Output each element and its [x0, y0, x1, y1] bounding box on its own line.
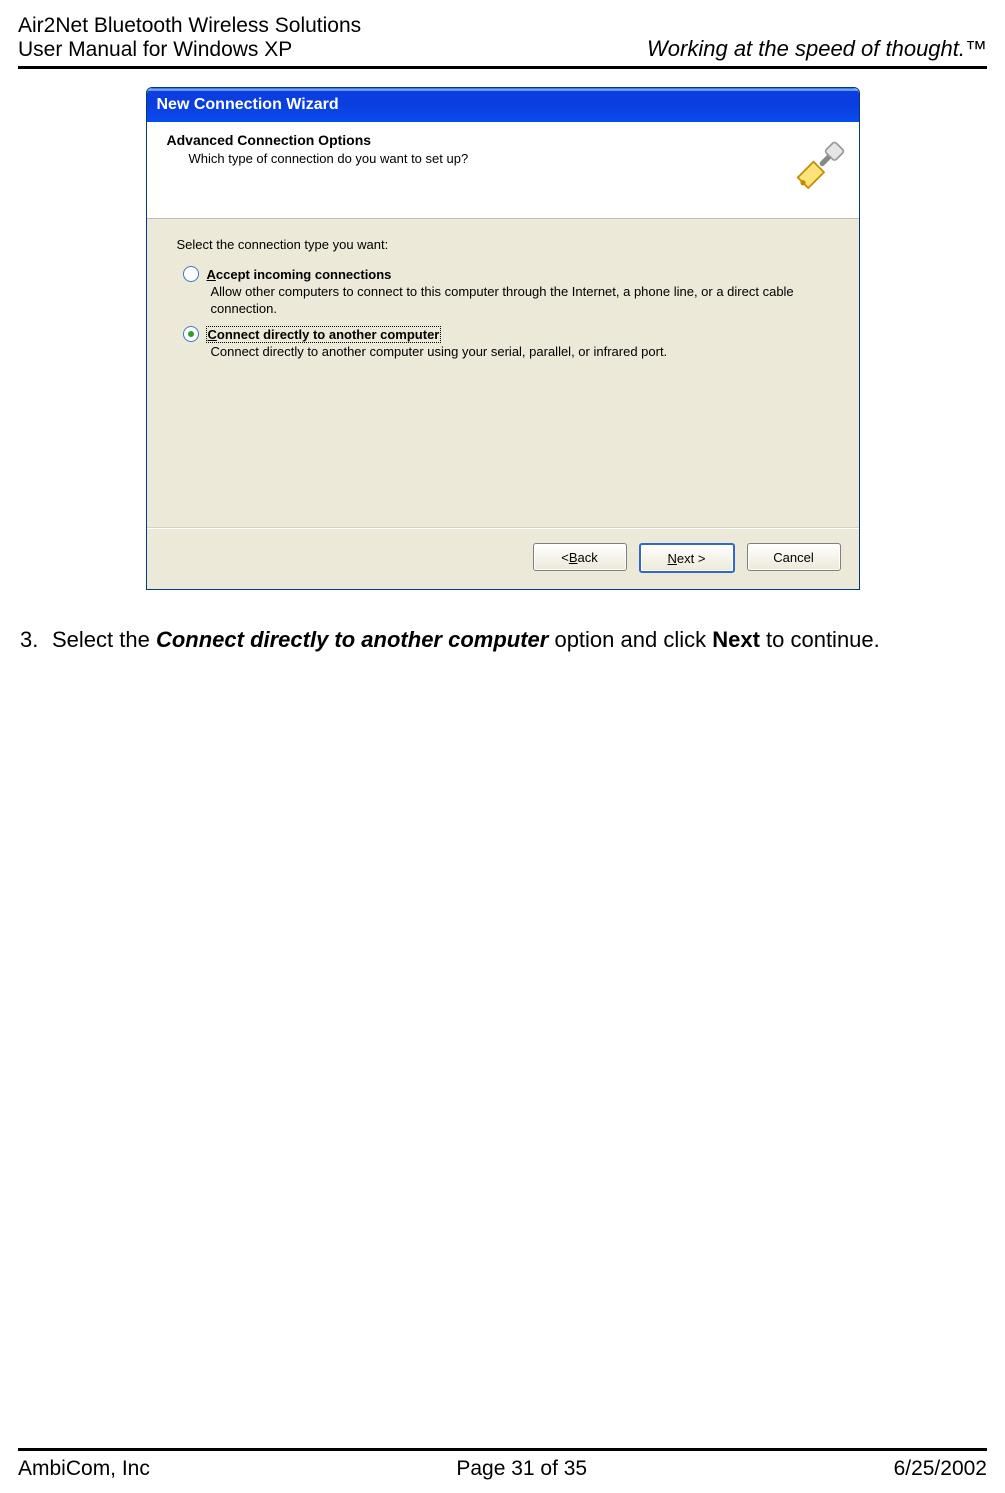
radio-accept-incoming[interactable]	[183, 266, 199, 282]
option-desc-accept: Allow other computers to connect to this…	[211, 284, 829, 318]
page-footer: AmbiCom, Inc Page 31 of 35 6/25/2002	[18, 1448, 987, 1493]
footer-page: Page 31 of 35	[456, 1457, 587, 1481]
option-label-accept: Accept incoming connections	[207, 267, 392, 282]
wizard-content: Select the connection type you want: Acc…	[147, 219, 859, 528]
window-title: New Connection Wizard	[157, 96, 339, 114]
slogan: Working at the speed of thought.™	[647, 36, 987, 62]
cancel-button[interactable]: Cancel	[747, 543, 841, 571]
radio-connect-directly[interactable]	[183, 326, 199, 342]
instruction-text: Select the connection type you want:	[177, 237, 829, 252]
connection-icon	[787, 132, 847, 202]
back-button[interactable]: < Back	[533, 543, 627, 571]
footer-company: AmbiCom, Inc	[18, 1457, 150, 1481]
header-left: Air2Net Bluetooth Wireless Solutions Use…	[18, 14, 361, 62]
product-title: Air2Net Bluetooth Wireless Solutions	[18, 14, 361, 38]
option-desc-direct: Connect directly to another computer usi…	[211, 344, 829, 361]
page-header: Air2Net Bluetooth Wireless Solutions Use…	[18, 14, 987, 69]
footer-date: 6/25/2002	[894, 1457, 987, 1481]
option-label-direct: Connect directly to another computer	[207, 327, 441, 342]
manual-subtitle: User Manual for Windows XP	[18, 38, 361, 62]
wizard-heading: Advanced Connection Options	[167, 132, 787, 148]
wizard-header-panel: Advanced Connection Options Which type o…	[147, 122, 859, 219]
wizard-subheading: Which type of connection do you want to …	[189, 151, 787, 166]
option-accept-incoming[interactable]: Accept incoming connections Allow other …	[183, 266, 829, 318]
titlebar[interactable]: New Connection Wizard	[147, 88, 859, 122]
instruction-step: 3. Select the Connect directly to anothe…	[20, 626, 987, 655]
wizard-dialog: New Connection Wizard Advanced Connectio…	[146, 87, 860, 590]
option-connect-directly[interactable]: Connect directly to another computer Con…	[183, 326, 829, 361]
next-button[interactable]: Next >	[639, 543, 735, 573]
step-text: Select the Connect directly to another c…	[52, 626, 987, 655]
wizard-button-row: < Back Next > Cancel	[147, 528, 859, 589]
step-number: 3.	[20, 626, 52, 655]
